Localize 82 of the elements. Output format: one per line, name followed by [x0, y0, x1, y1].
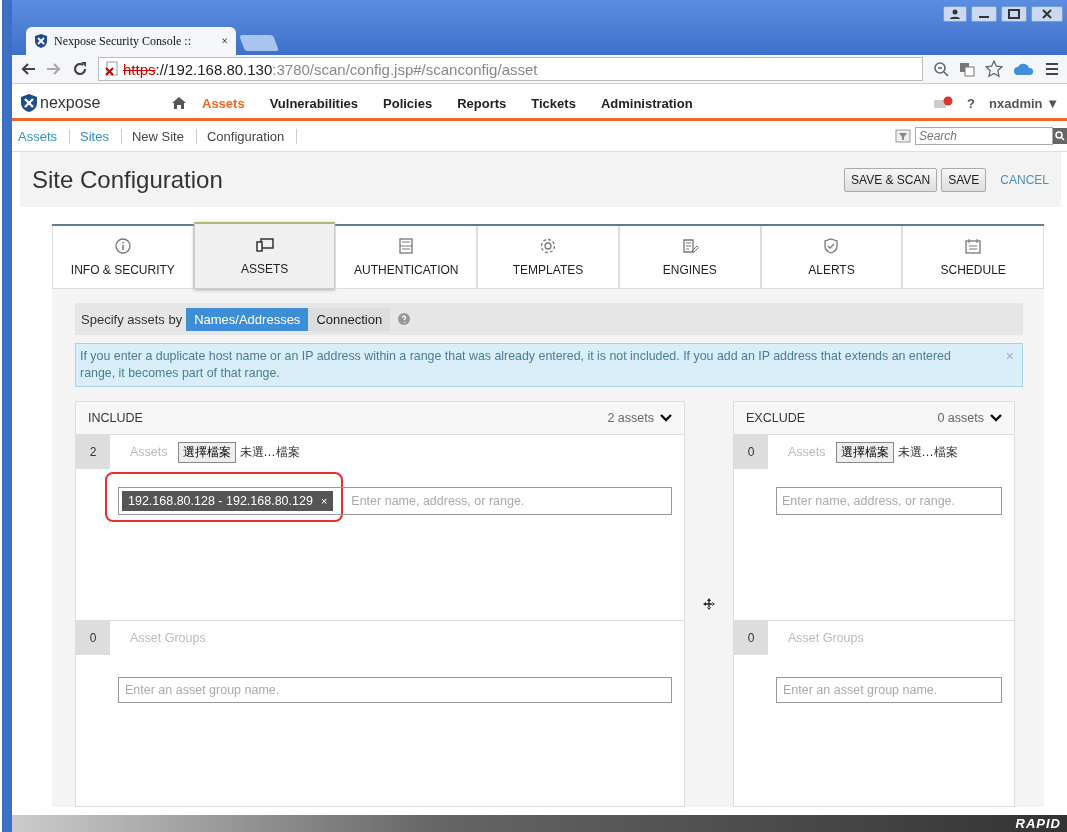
count-badge: 2	[76, 435, 110, 469]
segment-option[interactable]: Connection	[308, 307, 391, 331]
group-input-field[interactable]: Enter an asset group name.	[118, 677, 672, 703]
logo-text: nexpose	[40, 94, 101, 112]
notice-text: If you enter a duplicate host name or an IP address within a range that was already entered, it is not included. If you add an IP address that extends an entered range, it becomes part of that range.	[80, 349, 951, 380]
specify-label: Specify assets by	[81, 311, 183, 327]
back-icon[interactable]	[20, 62, 36, 76]
nav-item[interactable]: Administration	[600, 95, 693, 111]
section-label: Asset Groups	[130, 631, 206, 645]
tab[interactable]: INFO & SECURITY	[52, 226, 194, 289]
tab-icon	[397, 237, 416, 255]
tab-icon	[822, 237, 841, 255]
tab[interactable]: SCHEDULE	[902, 226, 1045, 289]
panel-title: INCLUDE	[88, 411, 143, 425]
filter-icon[interactable]	[895, 129, 911, 143]
help-link[interactable]: ?	[967, 95, 976, 111]
nav-item[interactable]: Tickets	[531, 95, 576, 111]
move-icon[interactable]	[703, 598, 715, 610]
address-bar[interactable]: https://192.168.80.130:3780/scan/config.jsp#/scanconfig/asset	[98, 57, 923, 81]
nav-item[interactable]: Vulnerabilities	[269, 95, 359, 111]
translate-icon[interactable]	[959, 61, 975, 77]
tab-icon	[680, 237, 699, 255]
breadcrumb-item: Configuration	[206, 128, 298, 144]
tab-icon	[113, 237, 132, 255]
nav-item[interactable]: Policies	[383, 95, 433, 111]
remove-tag-button[interactable]: ×	[320, 495, 328, 507]
minimize-icon[interactable]	[971, 6, 997, 22]
tab[interactable]: ENGINES	[618, 226, 761, 289]
asset-count: 2 assets	[607, 411, 654, 425]
maximize-icon[interactable]	[1001, 6, 1027, 22]
group-input-field[interactable]: Enter an asset group name.	[776, 677, 1002, 703]
section-label: Asset Groups	[788, 631, 864, 645]
save-button[interactable]: SAVE	[941, 167, 987, 192]
cloud-icon[interactable]	[1013, 62, 1035, 76]
tab[interactable]: ALERTS	[760, 226, 903, 289]
chevron-icon[interactable]	[990, 414, 1002, 422]
file-status: 未選…檔案	[239, 443, 300, 461]
nav-item[interactable]: Reports	[457, 95, 507, 111]
zoom-icon[interactable]	[933, 61, 949, 77]
search-icon[interactable]	[1053, 128, 1067, 144]
page-title: Site Configuration	[32, 165, 223, 194]
tab-icon	[964, 237, 983, 255]
choose-file-button[interactable]: 選擇檔案	[835, 441, 894, 463]
choose-file-button[interactable]: 選擇檔案	[177, 441, 236, 463]
breadcrumb-item[interactable]: Sites	[80, 128, 122, 144]
reload-icon[interactable]	[72, 61, 88, 77]
home-icon[interactable]	[172, 97, 186, 109]
asset-input-field[interactable]: 192.168.80.128 - 192.168.80.129 × Enter name, address, or range.	[118, 487, 672, 515]
count-badge: 0	[734, 435, 768, 469]
shield-icon	[34, 34, 48, 48]
chevron-icon[interactable]	[660, 414, 672, 422]
logo-icon	[20, 94, 38, 112]
help-icon[interactable]	[398, 313, 411, 325]
breadcrumb-item: New Site	[131, 128, 197, 144]
user-icon[interactable]	[943, 6, 967, 22]
panel-title: EXCLUDE	[746, 411, 806, 425]
tab-icon	[539, 237, 557, 255]
tab[interactable]: ASSETS	[193, 222, 336, 289]
star-icon[interactable]	[985, 60, 1003, 78]
count-badge: 0	[734, 621, 768, 655]
tab-icon	[255, 236, 274, 254]
close-icon[interactable]	[1031, 6, 1063, 22]
tab[interactable]: AUTHENTICATION	[335, 226, 478, 289]
notification-icon[interactable]	[933, 96, 954, 110]
search-field[interactable]: Search	[915, 127, 1053, 145]
section-label: Assets	[788, 445, 826, 459]
new-tab-button[interactable]	[239, 35, 279, 51]
breadcrumb-item[interactable]: Assets	[18, 128, 70, 144]
tab[interactable]: TEMPLATES	[477, 226, 619, 289]
menu-icon[interactable]	[1045, 62, 1059, 76]
file-status: 未選…檔案	[897, 443, 958, 461]
asset-count: 0 assets	[937, 411, 984, 425]
address-tag: 192.168.80.128 - 192.168.80.129 ×	[122, 491, 334, 511]
save-button[interactable]: SAVE & SCAN	[844, 167, 938, 192]
insecure-page-icon	[105, 61, 119, 77]
footer-logo: RAPID	[1015, 816, 1061, 831]
section-label: Assets	[130, 445, 168, 459]
browser-tab[interactable]: Nexpose Security Console :: ×	[26, 27, 236, 55]
user-menu[interactable]: nxadmin ▼	[989, 95, 1059, 111]
asset-input-field[interactable]: Enter name, address, or range.	[776, 487, 1002, 515]
count-badge: 0	[76, 621, 110, 655]
close-tab-button[interactable]: ×	[221, 33, 228, 49]
